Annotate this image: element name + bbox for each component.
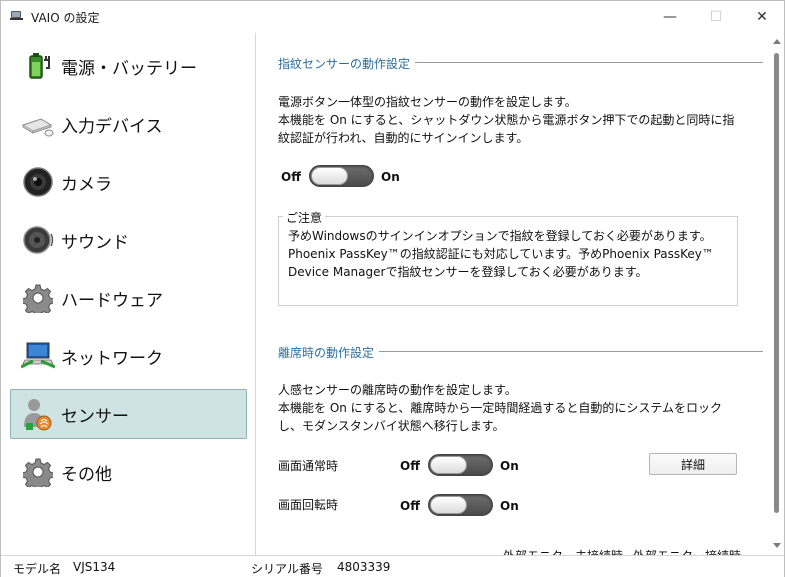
toggle-off-label: Off xyxy=(281,170,301,184)
column-header-no-monitor: 外部モニター未接続時 xyxy=(503,547,623,555)
sidebar-item-label: サウンド xyxy=(61,232,129,253)
toggle-knob xyxy=(430,496,467,514)
desc-line: 本機能を On にすると、離席時から一定時間経過すると自動的にシステムをロック xyxy=(278,401,722,415)
toggle-knob xyxy=(430,456,467,474)
sidebar-item-sensor[interactable]: センサー xyxy=(10,389,247,439)
sidebar-item-label: その他 xyxy=(61,464,112,485)
close-button[interactable]: ✕ xyxy=(739,1,785,33)
sensor-settings-panel: 指紋センサーの動作設定 電源ボタン一体型の指紋センサーの動作を設定します。 本機… xyxy=(257,33,769,555)
sidebar: 電源・バッテリー 入力デバイス カメラ サウンド ハードウェア ネットワーク セ… xyxy=(1,33,256,555)
status-bar: モデル名 VJS134 シリアル番号 4803339 xyxy=(1,555,784,577)
notice-line: Device Managerで指紋センサーを登録しておく必要があります。 xyxy=(288,265,648,279)
desc-line: 電源ボタン一体型の指紋センサーの動作を設定します。 xyxy=(278,95,577,109)
sidebar-item-input-devices[interactable]: 入力デバイス xyxy=(10,99,247,149)
settings-window: VAIO の設定 — ☐ ✕ 電源・バッテリー 入力デバイス カメラ サウンド … xyxy=(0,0,785,577)
gear-icon xyxy=(21,455,55,489)
network-icon xyxy=(21,339,55,373)
gear-icon xyxy=(21,281,55,315)
title-bar[interactable]: VAIO の設定 — ☐ ✕ xyxy=(1,1,784,33)
sensor-icon xyxy=(21,397,55,431)
away-description: 人感センサーの離席時の動作を設定します。 本機能を On にすると、離席時から一… xyxy=(278,381,764,435)
scroll-up-arrow-icon[interactable] xyxy=(773,39,781,44)
normal-screen-toggle[interactable] xyxy=(428,454,493,476)
vaio-app-icon xyxy=(10,11,23,20)
speaker-icon xyxy=(21,223,55,257)
toggle-on-label: On xyxy=(500,459,519,473)
scroll-down-arrow-icon[interactable] xyxy=(773,543,781,548)
notice-line: 予めWindowsのサインインオプションで指紋を登録しておく必要があります。 xyxy=(288,229,712,243)
keyboard-mouse-icon xyxy=(21,107,55,141)
sidebar-item-other[interactable]: その他 xyxy=(10,447,247,497)
toggle-off-label: Off xyxy=(400,499,420,513)
notice-title: ご注意 xyxy=(283,209,326,226)
window-title: VAIO の設定 xyxy=(31,11,100,25)
toggle-on-label: On xyxy=(500,499,519,513)
sidebar-item-power-battery[interactable]: 電源・バッテリー xyxy=(10,41,247,91)
minimize-button[interactable]: — xyxy=(647,1,693,33)
maximize-button[interactable]: ☐ xyxy=(693,1,739,33)
sidebar-item-label: カメラ xyxy=(61,174,112,195)
away-section-title: 離席時の動作設定 xyxy=(278,346,375,360)
desc-line: 本機能を On にすると、シャットダウン状態から電源ボタン押下での起動と同時に指 xyxy=(278,113,735,127)
scroll-thumb[interactable] xyxy=(774,53,779,513)
toggle-knob xyxy=(311,167,348,185)
sidebar-item-hardware[interactable]: ハードウェア xyxy=(10,273,247,323)
rotated-screen-toggle[interactable] xyxy=(428,494,493,516)
model-value: VJS134 xyxy=(73,560,116,574)
sidebar-item-label: 電源・バッテリー xyxy=(61,58,197,79)
section-divider xyxy=(415,62,763,63)
notice-text: 予めWindowsのサインインオプションで指紋を登録しておく必要があります。 P… xyxy=(288,227,734,281)
desc-line: 紋認証が行われ、自動的にサインインします。 xyxy=(278,131,529,145)
sidebar-item-network[interactable]: ネットワーク xyxy=(10,331,247,381)
camera-icon xyxy=(21,165,55,199)
toggle-off-label: Off xyxy=(400,459,420,473)
detail-button[interactable]: 詳細 xyxy=(649,453,737,475)
desc-line: 人感センサーの離席時の動作を設定します。 xyxy=(278,383,517,397)
model-label: モデル名 xyxy=(13,562,62,576)
sidebar-item-label: ハードウェア xyxy=(61,290,163,311)
fingerprint-toggle[interactable] xyxy=(309,165,374,187)
toggle-on-label: On xyxy=(381,170,400,184)
fingerprint-description: 電源ボタン一体型の指紋センサーの動作を設定します。 本機能を On にすると、シ… xyxy=(278,93,764,147)
row-label-normal-screen: 画面通常時 xyxy=(278,459,339,473)
serial-value: 4803339 xyxy=(337,560,391,574)
sidebar-item-label: 入力デバイス xyxy=(61,116,163,137)
desc-line: し、モダンスタンバイ状態へ移行します。 xyxy=(278,419,505,433)
sidebar-item-sound[interactable]: サウンド xyxy=(10,215,247,265)
fingerprint-section-title: 指紋センサーの動作設定 xyxy=(278,57,411,71)
sidebar-item-label: ネットワーク xyxy=(61,348,163,369)
serial-label: シリアル番号 xyxy=(251,562,323,576)
vertical-scrollbar[interactable] xyxy=(769,33,784,555)
column-header-monitor: 外部モニター接続時 xyxy=(633,547,741,555)
battery-icon xyxy=(21,49,55,83)
section-divider xyxy=(379,351,763,352)
row-label-rotated-screen: 画面回転時 xyxy=(278,498,339,512)
sidebar-item-label: センサー xyxy=(61,406,129,427)
notice-line: Phoenix PassKey™の指紋認証にも対応しています。予めPhoenix… xyxy=(288,247,714,261)
sidebar-item-camera[interactable]: カメラ xyxy=(10,157,247,207)
